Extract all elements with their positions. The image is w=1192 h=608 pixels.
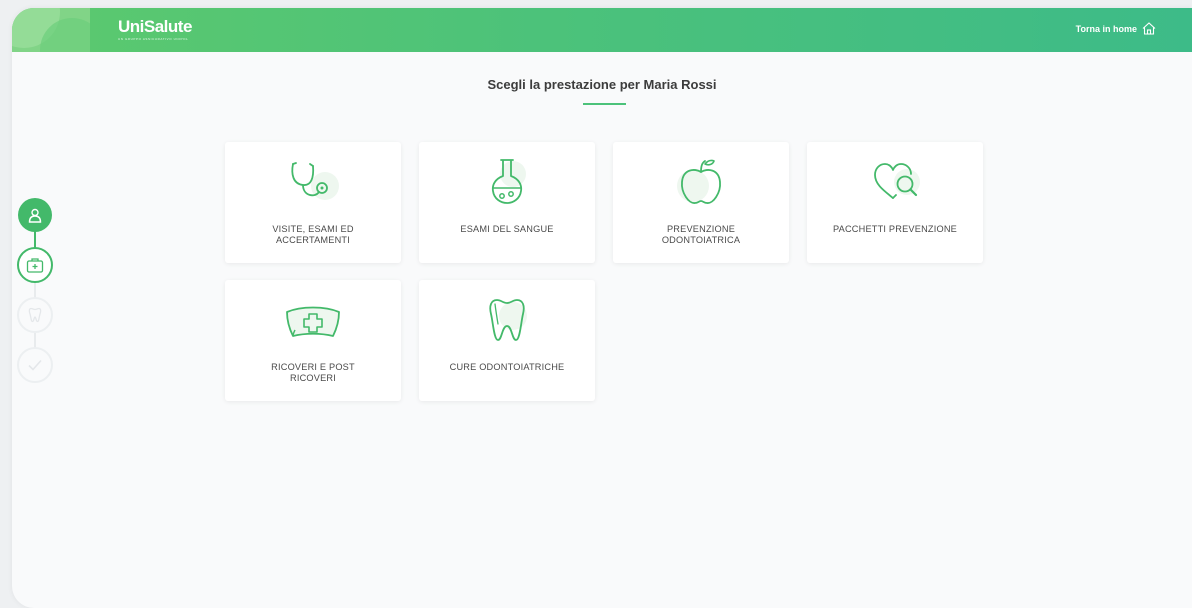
home-link[interactable]: Torna in home [1076,22,1156,35]
medical-kit-icon [26,258,44,273]
top-header: UniSalute UN GRUPPO ASSICURATIVO UNIPOL … [12,8,1192,52]
card-ricoveri[interactable]: RICOVERI E POST RICOVERI [225,280,401,401]
card-label: PREVENZIONE ODONTOIATRICA [661,224,741,245]
app-window: UniSalute UN GRUPPO ASSICURATIVO UNIPOL … [12,8,1192,608]
card-cure-odontoiatriche[interactable]: CURE ODONTOIATRICHE [419,280,595,401]
logo-text: UniSalute [118,17,192,36]
card-label: PACCHETTI PREVENZIONE [833,224,957,234]
card-label: CURE ODONTOIATRICHE [449,362,565,372]
user-icon [28,208,42,223]
nurse-cap-icon [286,306,340,337]
apple-icon [677,159,721,204]
progress-stepper [17,198,53,388]
check-icon [28,359,42,371]
step-medical-kit[interactable] [17,247,53,283]
header-decoration [12,8,90,52]
card-label: VISITE, ESAMI ED ACCERTAMENTI [272,224,354,245]
tooth-icon [489,299,527,341]
heart-search-icon [874,163,920,199]
logo[interactable]: UniSalute UN GRUPPO ASSICURATIVO UNIPOL [118,17,192,42]
stethoscope-icon [291,162,339,200]
home-icon [1142,22,1156,35]
title-underline [583,103,626,105]
step-user[interactable] [18,198,52,232]
flask-icon [491,159,526,204]
card-label: RICOVERI E POST RICOVERI [271,362,355,383]
card-prevenzione-odontoiatrica[interactable]: PREVENZIONE ODONTOIATRICA [613,142,789,263]
card-visite-esami[interactable]: VISITE, ESAMI ED ACCERTAMENTI [225,142,401,263]
card-pacchetti-prevenzione[interactable]: PACCHETTI PREVENZIONE [807,142,983,263]
card-label: ESAMI DEL SANGUE [460,224,554,234]
logo-tagline: UN GRUPPO ASSICURATIVO UNIPOL [118,37,189,41]
step-confirm[interactable] [17,347,53,383]
card-esami-sangue[interactable]: ESAMI DEL SANGUE [419,142,595,263]
page-title: Scegli la prestazione per Maria Rossi [487,77,717,92]
tooth-icon [28,307,42,323]
home-link-label: Torna in home [1075,23,1137,34]
step-tooth[interactable] [17,297,53,333]
